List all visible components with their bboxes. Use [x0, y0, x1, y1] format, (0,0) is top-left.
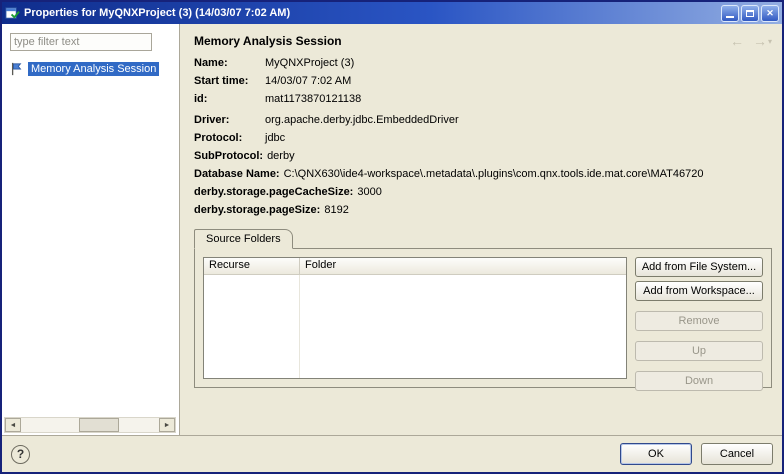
cancel-button[interactable]: Cancel: [701, 443, 773, 465]
main-panel: Memory Analysis Session ← → ▾ Name: MyQN…: [180, 24, 782, 435]
property-row: Start time: 14/03/07 7:02 AM: [194, 75, 770, 88]
folders-table[interactable]: Recurse Folder: [203, 257, 627, 379]
scroll-track[interactable]: [21, 418, 159, 432]
property-label: Database Name:: [194, 168, 284, 181]
add-from-file-system-button[interactable]: Add from File System...: [635, 257, 763, 277]
property-row: id: mat1173870121138: [194, 93, 770, 106]
property-label: derby.storage.pageCacheSize:: [194, 186, 357, 199]
chevron-down-icon: ▾: [768, 37, 772, 46]
property-value: mat1173870121138: [265, 93, 770, 106]
property-row: Protocol: jdbc: [194, 132, 770, 145]
property-label: id:: [194, 93, 265, 106]
property-row: derby.storage.pageCacheSize: 3000: [194, 186, 770, 199]
property-value: 8192: [324, 204, 770, 217]
source-folders-section: Source Folders Recurse Folder Add from F…: [194, 228, 772, 388]
tab-source-folders[interactable]: Source Folders: [194, 229, 293, 249]
ok-button[interactable]: OK: [620, 443, 692, 465]
property-label: Protocol:: [194, 132, 265, 145]
property-value: jdbc: [265, 132, 770, 145]
property-value: C:\QNX630\ide4-workspace\.metadata\.plug…: [284, 168, 770, 181]
scroll-thumb[interactable]: [79, 418, 119, 432]
property-value: org.apache.derby.jdbc.EmbeddedDriver: [265, 114, 770, 127]
remove-button: Remove: [635, 311, 763, 331]
session-flag-icon: [10, 62, 24, 76]
property-label: derby.storage.pageSize:: [194, 204, 324, 217]
properties-dialog: Properties for MyQNXProject (3) (14/03/0…: [0, 0, 784, 474]
up-button: Up: [635, 341, 763, 361]
recurse-column: [204, 275, 300, 378]
maximize-button[interactable]: [741, 5, 759, 22]
minimize-button[interactable]: [721, 5, 739, 22]
tree-item-label: Memory Analysis Session: [28, 62, 159, 76]
property-row: derby.storage.pageSize: 8192: [194, 204, 770, 217]
page-header: Memory Analysis Session ← → ▾: [180, 24, 782, 51]
close-button[interactable]: ✕: [761, 5, 779, 22]
property-label: Name:: [194, 57, 265, 70]
filter-input[interactable]: [10, 33, 152, 51]
property-label: SubProtocol:: [194, 150, 267, 163]
property-label: Start time:: [194, 75, 265, 88]
table-body[interactable]: [204, 275, 626, 378]
footer: ? OK Cancel: [2, 436, 782, 472]
source-folders-group: Recurse Folder Add from File System... A…: [194, 248, 772, 388]
sidebar-horizontal-scrollbar[interactable]: ◄ ►: [4, 417, 176, 433]
property-row: Database Name: C:\QNX630\ide4-workspace\…: [194, 168, 770, 181]
page-title: Memory Analysis Session: [194, 34, 342, 48]
property-value: MyQNXProject (3): [265, 57, 770, 70]
folder-buttons: Add from File System... Add from Workspa…: [635, 257, 763, 379]
property-row: SubProtocol: derby: [194, 150, 770, 163]
window-icon: [5, 6, 20, 21]
down-button: Down: [635, 371, 763, 391]
tree: Memory Analysis Session: [10, 62, 171, 76]
properties-list: Name: MyQNXProject (3) Start time: 14/03…: [180, 51, 782, 222]
property-value: derby: [267, 150, 770, 163]
property-row: Name: MyQNXProject (3): [194, 57, 770, 70]
property-row: Driver: org.apache.derby.jdbc.EmbeddedDr…: [194, 114, 770, 127]
back-icon: ←: [730, 33, 744, 49]
dialog-body: Memory Analysis Session ◄ ► Memory Analy…: [2, 24, 782, 436]
scroll-left-icon[interactable]: ◄: [5, 418, 21, 432]
add-from-workspace-button[interactable]: Add from Workspace...: [635, 281, 763, 301]
sidebar: Memory Analysis Session ◄ ►: [2, 24, 180, 435]
table-header: Recurse Folder: [204, 258, 626, 275]
tree-item-memory-analysis-session[interactable]: Memory Analysis Session: [10, 62, 171, 76]
titlebar[interactable]: Properties for MyQNXProject (3) (14/03/0…: [2, 2, 782, 24]
column-header-recurse[interactable]: Recurse: [204, 258, 300, 274]
scroll-right-icon[interactable]: ►: [159, 418, 175, 432]
column-header-folder[interactable]: Folder: [300, 258, 626, 274]
property-value: 3000: [357, 186, 770, 199]
help-button[interactable]: ?: [11, 445, 30, 464]
property-value: 14/03/07 7:02 AM: [265, 75, 770, 88]
property-label: Driver:: [194, 114, 265, 127]
forward-icon: →: [753, 33, 767, 49]
window-title: Properties for MyQNXProject (3) (14/03/0…: [24, 7, 717, 19]
